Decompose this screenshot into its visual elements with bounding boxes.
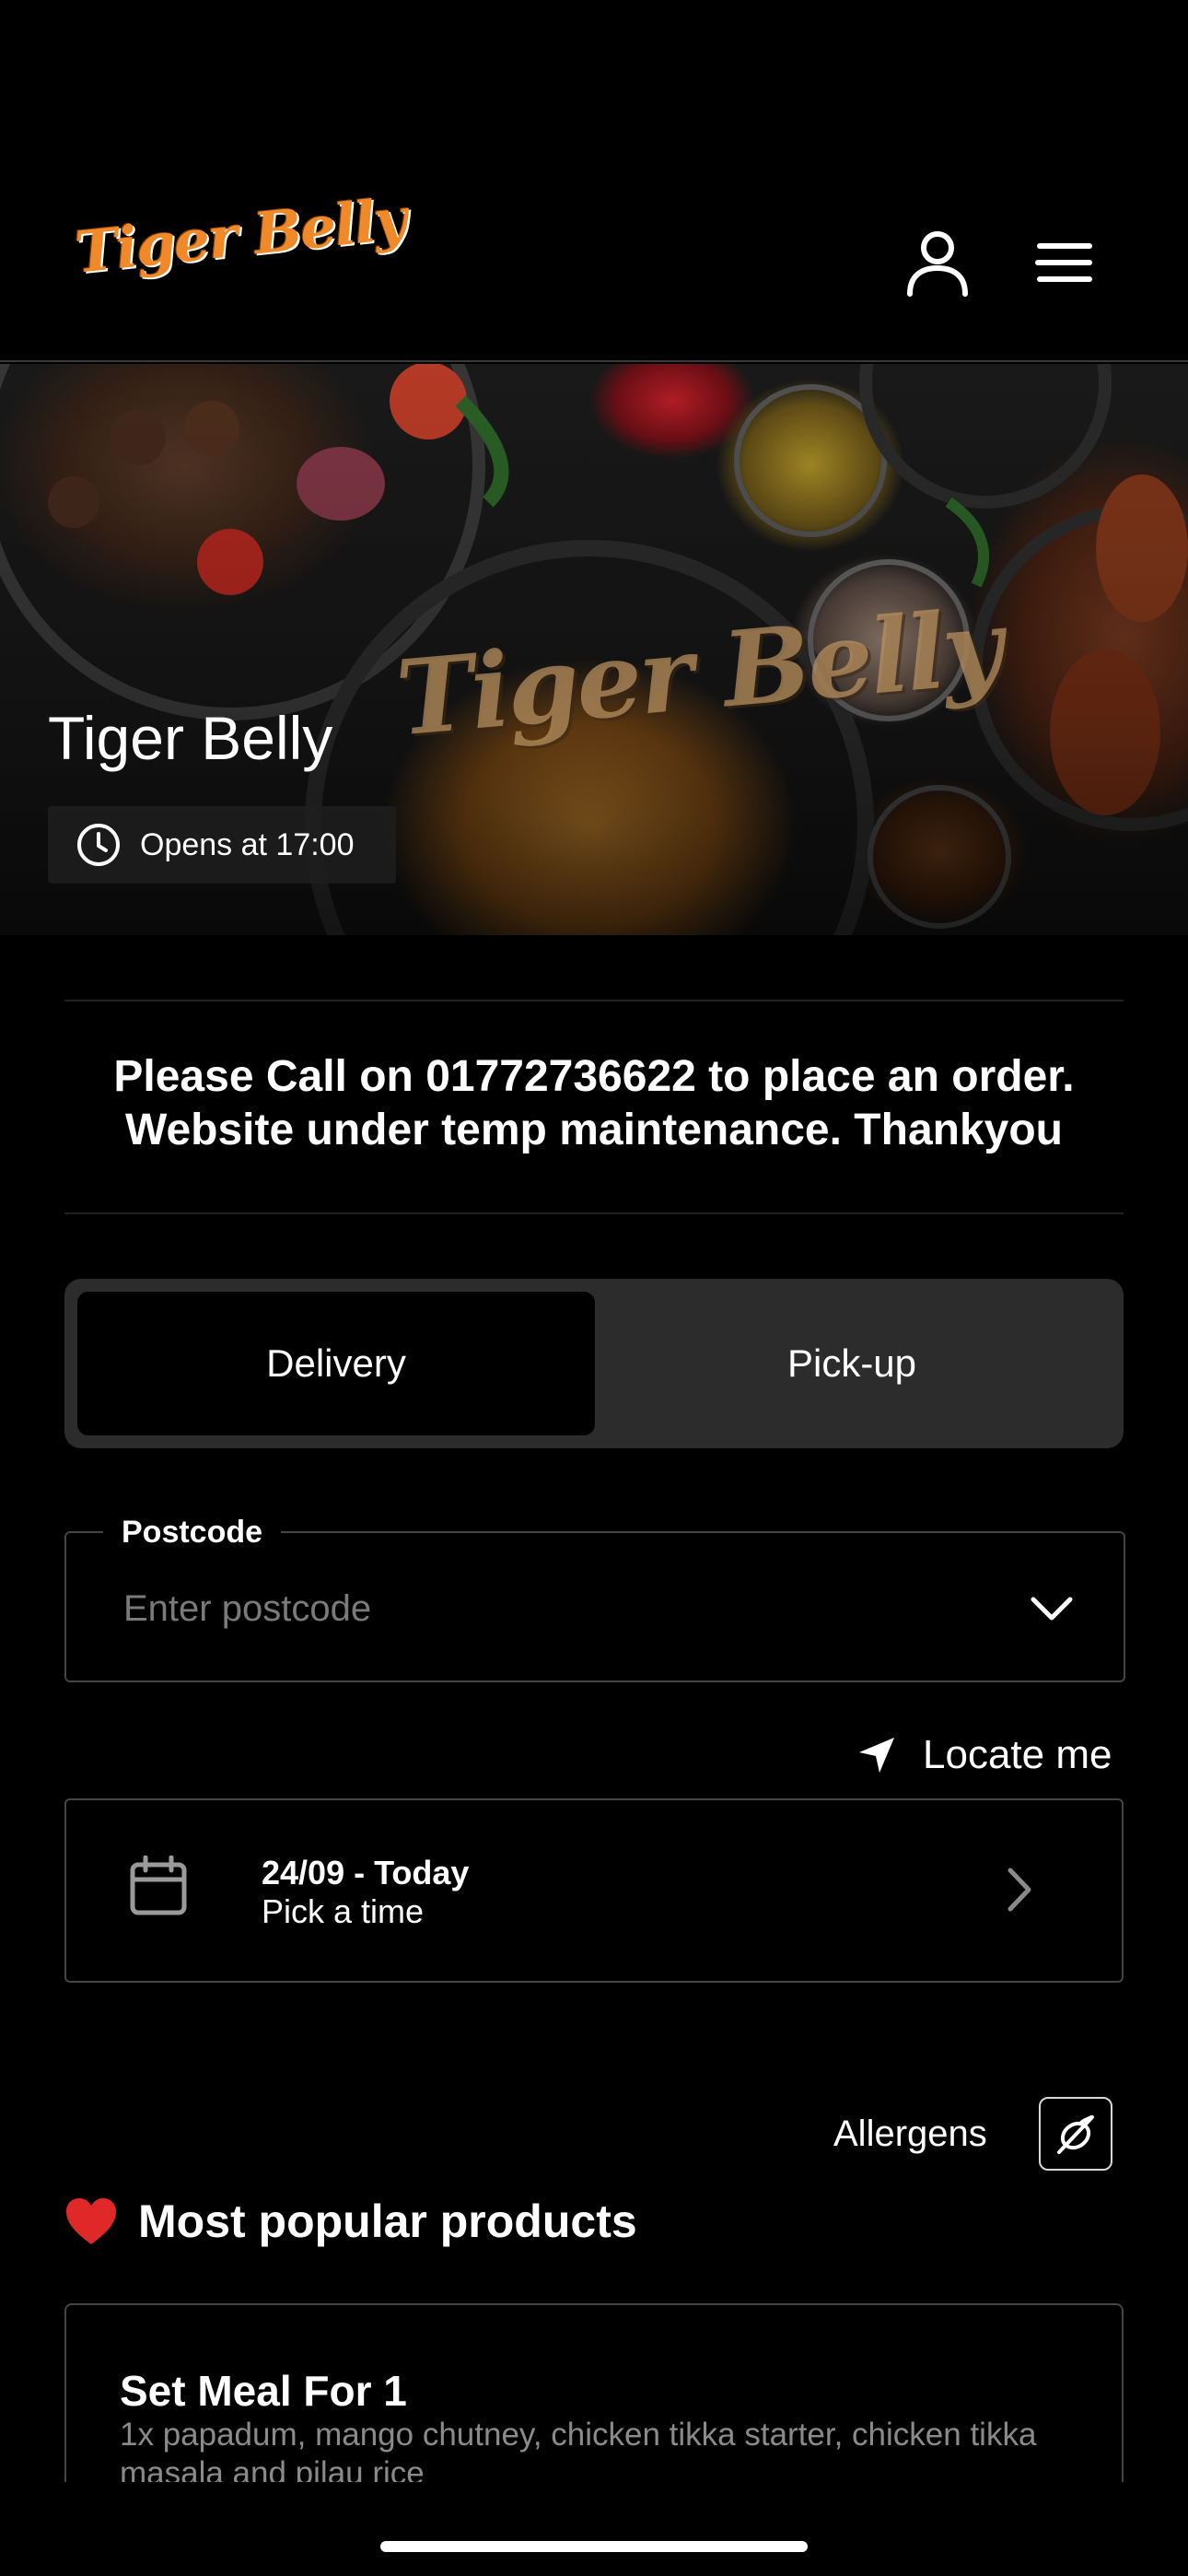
allergens-label[interactable]: Allergens	[833, 2113, 987, 2155]
home-indicator[interactable]	[380, 2541, 808, 2552]
allergens-icon	[1056, 2115, 1094, 2154]
order-mode-toggle: Delivery Pick-up	[64, 1279, 1124, 1448]
section-title: Most popular products	[138, 2195, 637, 2247]
pick-time-label: Pick a time	[262, 1892, 425, 1930]
selected-date: 24/09 - Today	[262, 1854, 470, 1891]
locate-me-button[interactable]: Locate me	[856, 1723, 1112, 1787]
chevron-down-icon	[1031, 1597, 1073, 1621]
restaurant-name: Tiger Belly	[48, 704, 333, 772]
pickup-option[interactable]: Pick-up	[593, 1292, 1111, 1435]
clock-icon	[77, 824, 120, 866]
user-icon	[907, 231, 968, 297]
postcode-label: Postcode	[103, 1515, 282, 1551]
menu-button[interactable]	[1022, 221, 1105, 304]
locate-me-label: Locate me	[923, 1732, 1112, 1777]
notice-line-1: Please Call on 01772736622 to place an o…	[113, 1052, 1075, 1101]
delivery-time-picker[interactable]: 24/09 - Today Pick a time	[64, 1798, 1124, 1983]
opening-status-badge: Opens at 17:00	[48, 806, 396, 884]
allergens-button[interactable]	[1038, 2097, 1112, 2171]
brand-logo[interactable]: Tiger Belly	[72, 185, 408, 287]
bottom-safe-area	[0, 2482, 1188, 2576]
heart-icon	[66, 2198, 116, 2244]
delivery-option[interactable]: Delivery	[77, 1292, 595, 1435]
maintenance-notice: Please Call on 01772736622 to place an o…	[55, 1050, 1133, 1157]
postcode-dropdown-toggle[interactable]	[1024, 1588, 1079, 1629]
product-name: Set Meal For 1	[120, 2367, 407, 2415]
popular-products-heading: Most popular products	[64, 2195, 637, 2248]
allergens-control: Allergens	[833, 2097, 1112, 2171]
location-arrow-icon	[859, 1738, 894, 1773]
account-button[interactable]	[896, 221, 979, 304]
chevron-right-icon	[1007, 1868, 1031, 1912]
divider	[64, 1000, 1124, 1001]
opening-status-text: Opens at 17:00	[140, 826, 355, 862]
hero-banner: Tiger Belly Tiger Belly Opens at 17:00	[0, 364, 1188, 935]
calendar-icon	[130, 1856, 187, 1915]
divider	[64, 1212, 1124, 1214]
postcode-field[interactable]: Postcode	[64, 1515, 1125, 1682]
notice-line-2: Website under temp maintenance. Thankyou	[125, 1106, 1063, 1154]
app-header: Tiger Belly	[0, 0, 1188, 362]
postcode-input[interactable]	[123, 1588, 952, 1630]
hamburger-menu-icon	[1035, 243, 1092, 282]
